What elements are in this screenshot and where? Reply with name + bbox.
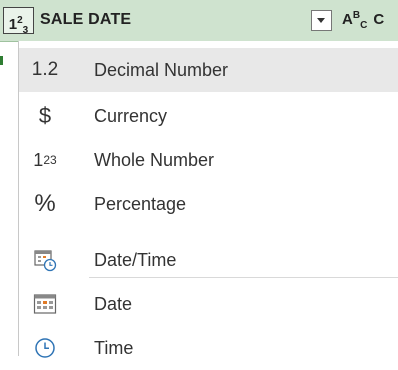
menu-item-percentage[interactable]: % Percentage [19,182,398,226]
currency-icon: $ [38,103,52,128]
whole-number-type-icon[interactable]: 123 [3,7,34,36]
menu-item-label: Time [94,338,134,358]
menu-item-label: Date/Time [94,250,177,270]
menu-item-currency[interactable]: $ Currency [19,94,398,138]
menu-item-label: Decimal Number [94,60,229,80]
data-type-menu: 1.2 Decimal Number $ Currency 123 Whole … [18,41,398,358]
whole-number-icon: 123 [33,149,57,170]
menu-item-decimal-number[interactable]: 1.2 Decimal Number [19,48,398,92]
filter-dropdown-button[interactable] [311,10,332,31]
menu-item-label: Percentage [94,194,187,214]
percentage-icon: % [34,190,56,217]
menu-item-date-time[interactable]: Date/Time [19,238,398,282]
calendar-icon [25,282,65,326]
menu-item-whole-number[interactable]: 123 Whole Number [19,138,398,182]
column-name[interactable]: SALE DATE [40,11,131,29]
selection-marker [0,56,3,65]
menu-item-label: Whole Number [94,150,215,170]
menu-item-label: Date [94,294,133,314]
next-column-header[interactable]: ABC C [342,10,384,31]
clock-icon [25,326,65,370]
menu-item-label: Currency [94,106,168,126]
column-header[interactable]: 123 SALE DATE ABC C [0,0,398,42]
text-type-icon[interactable]: ABC [342,10,367,31]
date-time-icon [25,238,65,282]
menu-item-time[interactable]: Time [19,326,398,370]
decimal-number-icon: 1.2 [31,59,59,80]
menu-item-date[interactable]: Date [19,282,398,326]
next-column-name: C [373,11,385,28]
